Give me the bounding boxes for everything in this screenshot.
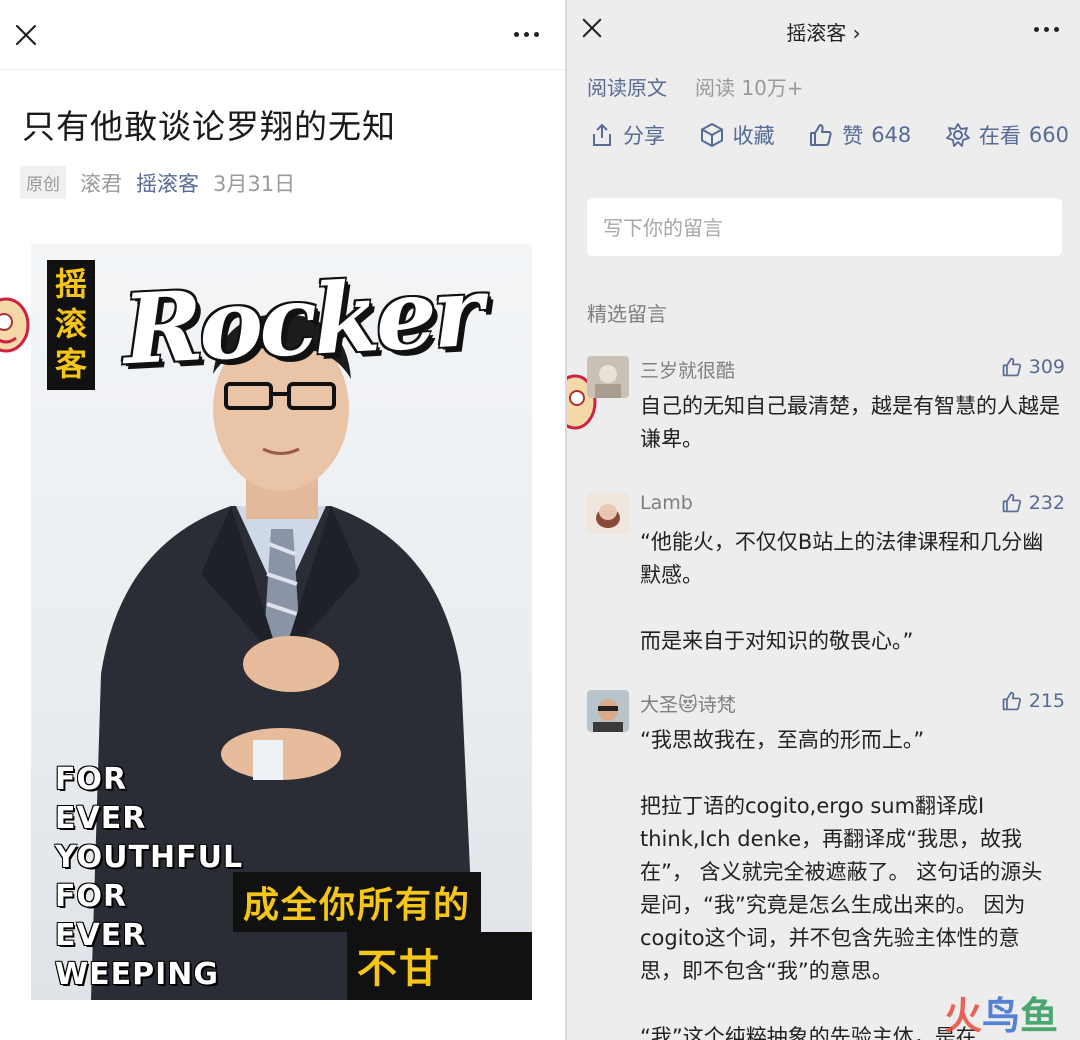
- thumbs-up-icon: [1002, 357, 1021, 377]
- comment-text: “他能火，不仅仅B站上的法律课程和几分幽默感。 而是来自于对知识的敬畏心。”: [640, 530, 1044, 653]
- forever-line: FOR: [55, 879, 128, 914]
- share-button[interactable]: 分享: [589, 120, 665, 150]
- comment-item: 三岁就很酷 309 自己的无知自己最清楚，越是有智慧的人越是谦卑。: [587, 356, 1065, 466]
- comments-panel: 摇滚客 › 阅读原文 阅读 10万+ 分享 收藏 赞 648 在看 660 写下: [567, 0, 1080, 1040]
- share-icon: [593, 123, 611, 146]
- cover-slogan-line1: 成全你所有的: [233, 872, 482, 932]
- badge-char: 客: [54, 345, 87, 383]
- forever-line: FOR: [55, 762, 128, 797]
- comment-item: Lamb 232 “他能火，不仅仅B站上的法律课程和几分幽默感。 而是来自于对知…: [587, 492, 1065, 662]
- badge-char: 摇: [54, 265, 87, 303]
- comment-text: 自己的无知自己最清楚，越是有智慧的人越是谦卑。: [640, 394, 1060, 451]
- read-original-link[interactable]: 阅读原文: [587, 72, 667, 101]
- comment-like-count: 215: [1028, 690, 1065, 712]
- account-title-link[interactable]: 摇滚客 ›: [567, 17, 1080, 46]
- watching-count: 660: [1028, 123, 1069, 147]
- chevron-right-icon: ›: [852, 21, 861, 45]
- original-tag: 原创: [20, 166, 66, 199]
- avatar[interactable]: [587, 356, 629, 398]
- avatar[interactable]: [587, 690, 629, 732]
- article-top-bar: [0, 0, 565, 70]
- featured-comments-title: 精选留言: [587, 302, 667, 326]
- like-button[interactable]: 赞 648: [808, 120, 911, 150]
- more-options-icon[interactable]: [514, 32, 539, 37]
- comment-author: Lamb: [640, 492, 693, 514]
- comment-like-button[interactable]: 232: [1001, 492, 1065, 514]
- avatar[interactable]: [587, 492, 629, 534]
- favorite-button[interactable]: 收藏: [699, 120, 775, 150]
- action-bar: 分享 收藏 赞 648 在看 660: [589, 120, 1069, 150]
- more-options-icon[interactable]: [1034, 27, 1059, 32]
- cover-forever-text: FOR EVER YOUTHFUL FOR EVER WEEPING: [55, 760, 243, 994]
- cover-logo: Rocker: [120, 254, 483, 387]
- like-label: 赞: [842, 124, 864, 148]
- read-links: 阅读原文 阅读 10万+: [587, 72, 804, 101]
- forever-line: WEEPING: [55, 957, 219, 992]
- flower-icon: [945, 123, 970, 147]
- watching-button[interactable]: 在看 660: [945, 120, 1069, 150]
- badge-char: 滚: [54, 305, 87, 343]
- account-link[interactable]: 摇滚客: [136, 168, 199, 198]
- comment-input[interactable]: 写下你的留言: [587, 198, 1062, 256]
- comment-like-button[interactable]: 309: [1001, 356, 1065, 378]
- read-count: 阅读 10万+: [695, 76, 804, 100]
- article-title: 只有他敢谈论罗翔的无知: [22, 107, 396, 146]
- comment-author: 三岁就很酷: [640, 360, 736, 382]
- close-icon[interactable]: [14, 23, 38, 47]
- cover-slogan-line2: 不甘心！: [347, 932, 532, 1000]
- forever-line: EVER: [55, 918, 147, 953]
- publish-date: 3月31日: [213, 171, 296, 196]
- cube-icon: [700, 123, 723, 147]
- article-author: 滚君: [80, 171, 122, 196]
- thumbs-up-icon: [1002, 691, 1021, 711]
- watermark-logo: 火鸟鱼: [944, 985, 1058, 1040]
- article-meta: 原创 滚君 摇滚客 3月31日: [20, 166, 295, 199]
- comment-author: 大圣😻诗梵: [640, 694, 736, 716]
- watermark-char: 火: [943, 994, 982, 1038]
- decorative-sticker: [0, 296, 30, 354]
- comment-like-button[interactable]: 215: [1001, 690, 1065, 712]
- forever-line: YOUTHFUL: [55, 840, 244, 875]
- thumbs-up-icon: [1002, 493, 1021, 513]
- like-count: 648: [871, 123, 912, 147]
- comments-top-bar: 摇滚客 ›: [567, 0, 1080, 58]
- share-label: 分享: [623, 124, 665, 148]
- cover-badge: 摇 滚 客: [47, 260, 95, 390]
- account-title: 摇滚客: [786, 21, 847, 45]
- comment-like-count: 232: [1028, 492, 1065, 514]
- watermark-char: 鸟: [981, 994, 1020, 1038]
- watermark-char: 鱼: [1019, 994, 1058, 1038]
- favorite-label: 收藏: [732, 124, 775, 148]
- forever-line: EVER: [55, 801, 147, 836]
- comment-like-count: 309: [1028, 356, 1065, 378]
- article-panel: 只有他敢谈论罗翔的无知 原创 滚君 摇滚客 3月31日 摇 滚 客 Rocker…: [0, 0, 565, 1040]
- watching-label: 在看: [978, 124, 1021, 148]
- thumbs-up-icon: [810, 124, 832, 146]
- cover-image[interactable]: 摇 滚 客 Rocker FOR EVER YOUTHFUL FOR EVER …: [31, 244, 532, 1000]
